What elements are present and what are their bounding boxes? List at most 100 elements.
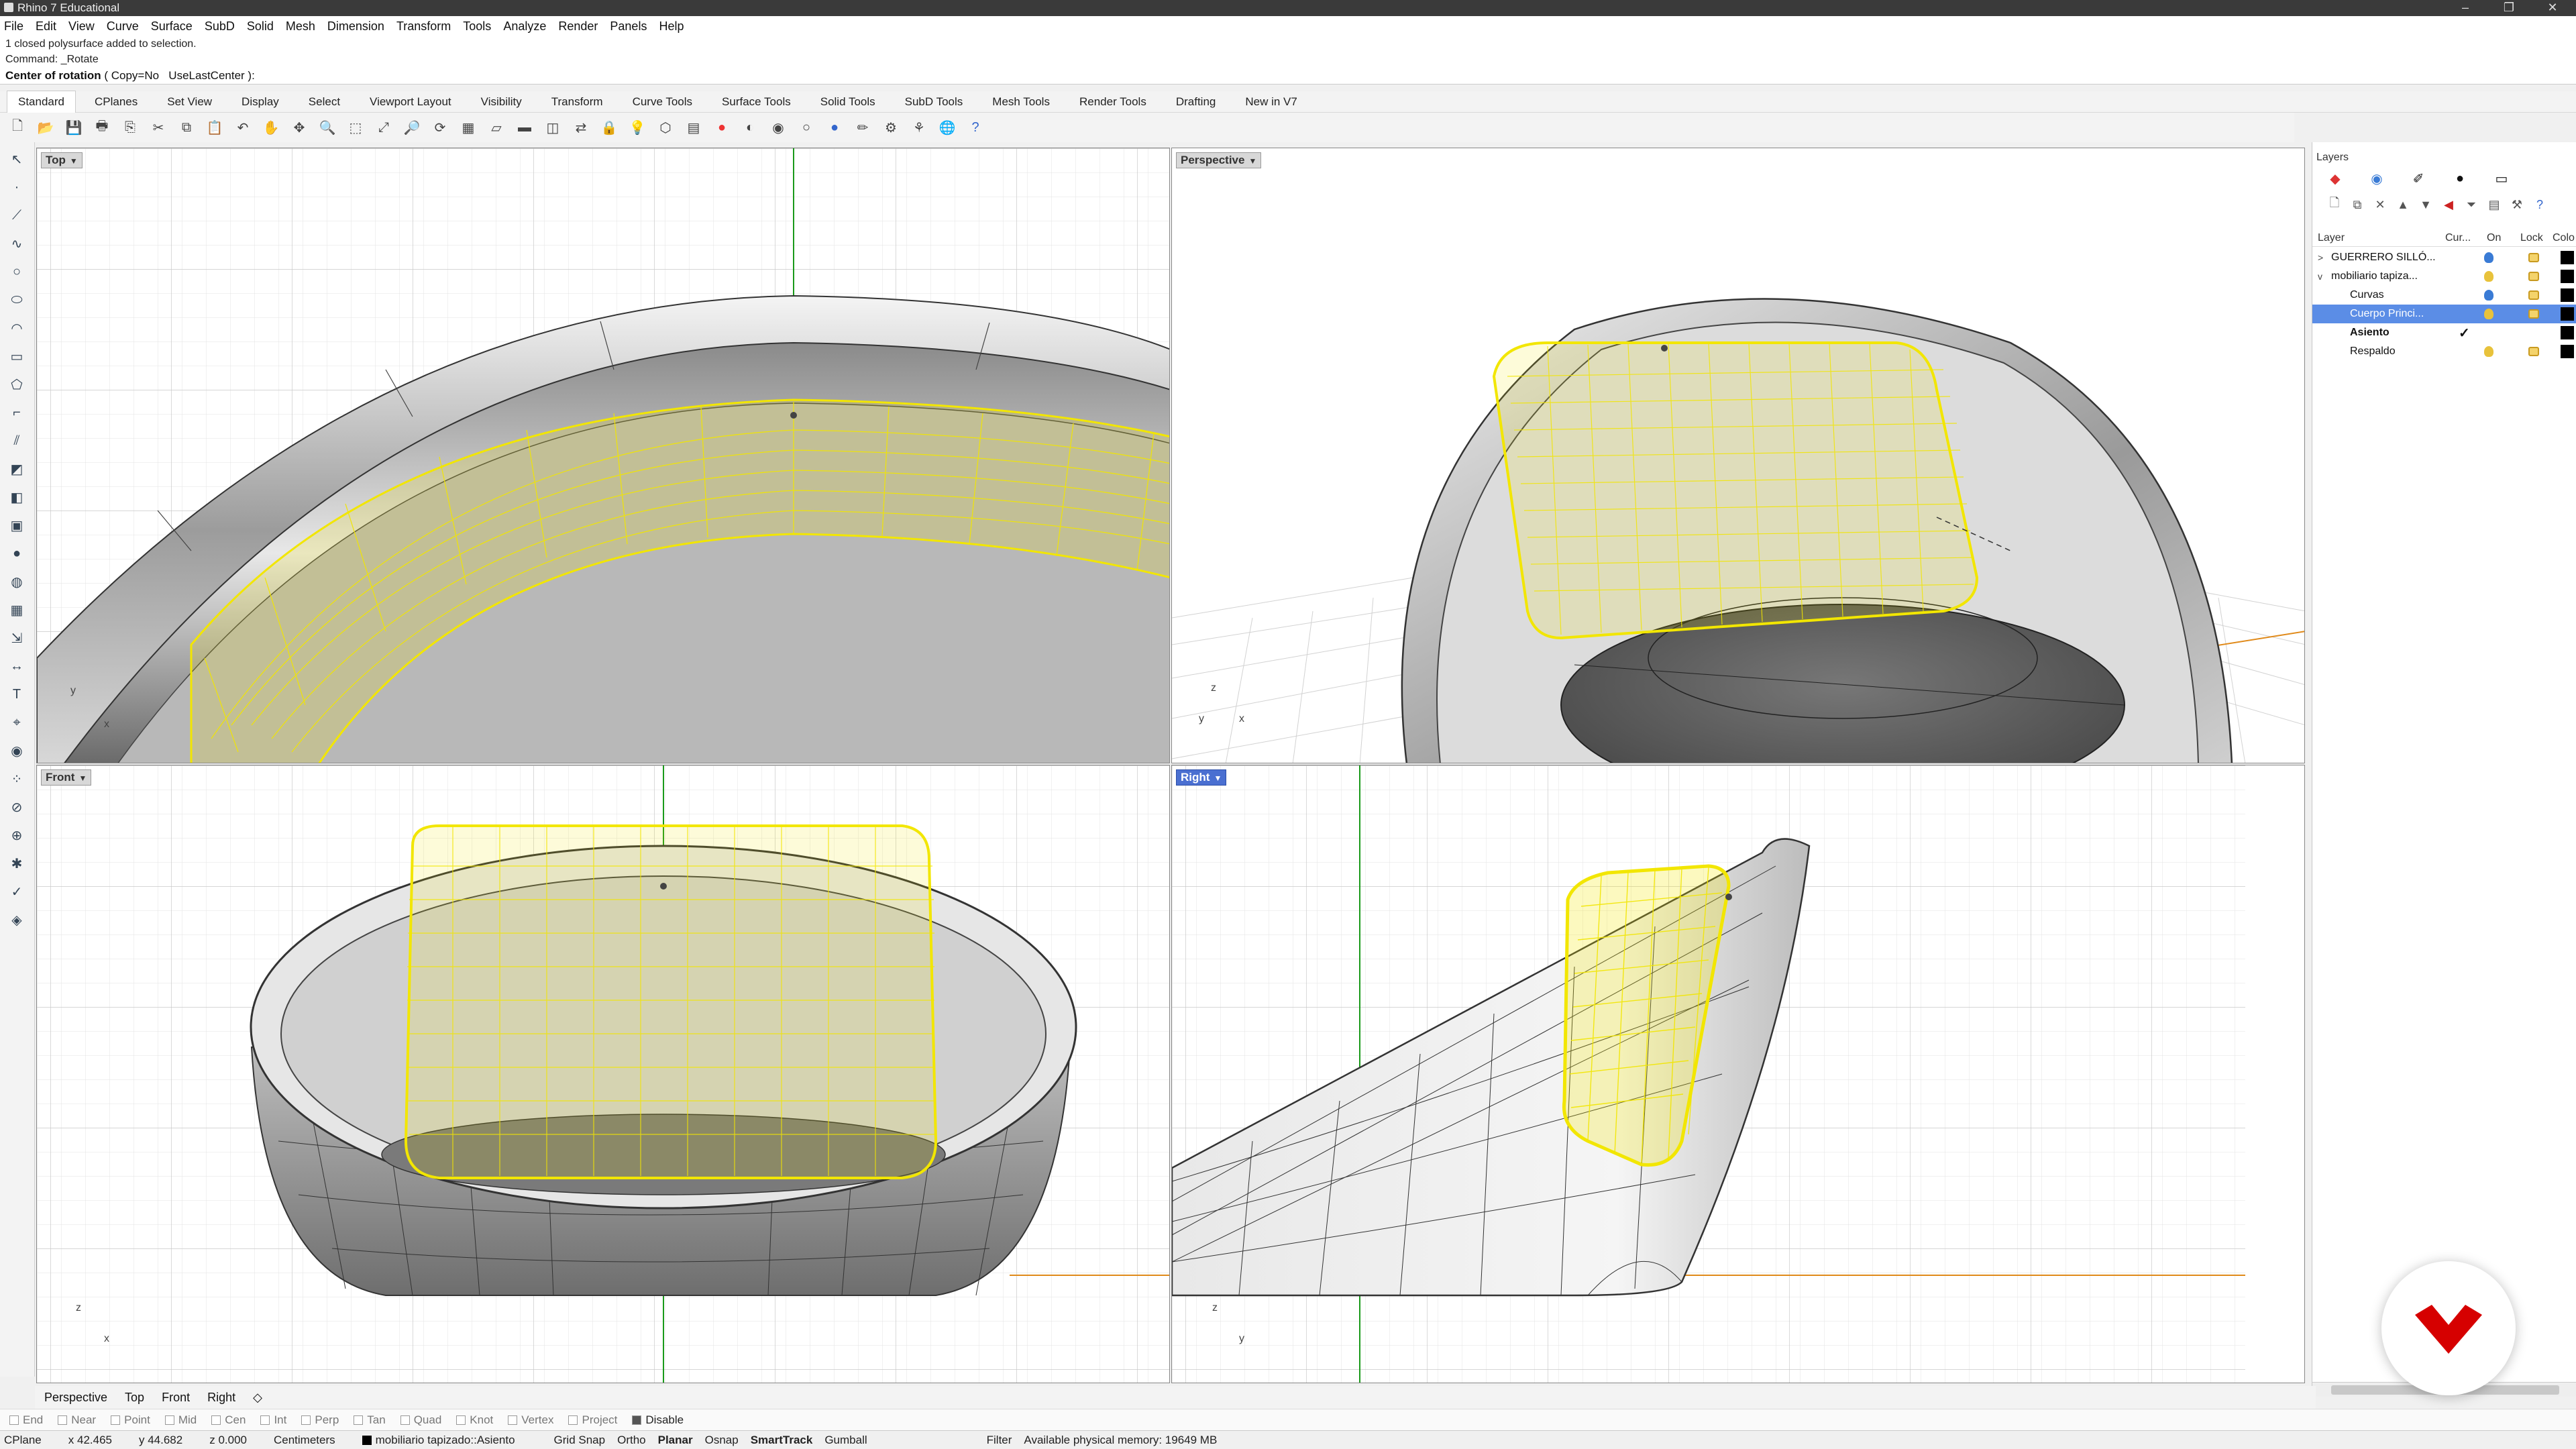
osnap-project[interactable]: Project [568, 1413, 617, 1427]
osnap-disable[interactable]: Disable [632, 1413, 684, 1427]
explode-icon[interactable]: ✱ [5, 852, 28, 875]
render-tools-icon[interactable]: ◉ [5, 739, 28, 762]
open-file-icon[interactable]: 📂 [35, 117, 56, 138]
layer-color-swatch[interactable] [2561, 326, 2574, 339]
save-icon[interactable]: 💾 [63, 117, 85, 138]
display-tab-icon[interactable]: ▭ [2489, 169, 2514, 188]
select-arrow-icon[interactable]: ↖ [5, 148, 28, 170]
layer-row[interactable]: v mobiliario tapiza... [2312, 267, 2576, 286]
lock-icon[interactable] [2528, 272, 2539, 281]
fillet-curve-icon[interactable]: ⌐ [5, 401, 28, 424]
ghosted-icon[interactable]: ○ [796, 117, 817, 138]
move-icon[interactable]: ⇄ [570, 117, 592, 138]
visible-bulb-icon[interactable] [2484, 290, 2493, 301]
light-icon[interactable]: 💡 [627, 117, 648, 138]
tab-subd-tools[interactable]: SubD Tools [894, 91, 974, 113]
properties-tab-icon[interactable]: ✐ [2406, 169, 2430, 188]
rectangle-icon[interactable]: ▭ [5, 345, 28, 368]
layer-color-swatch[interactable] [2561, 251, 2574, 264]
zoom-selected-icon[interactable]: 🔎 [401, 117, 423, 138]
layer-color-swatch[interactable] [2561, 345, 2574, 358]
osnap-vertex[interactable]: Vertex [508, 1413, 553, 1427]
osnap-quad[interactable]: Quad [400, 1413, 441, 1427]
circle-icon[interactable]: ○ [5, 260, 28, 283]
check-icon[interactable]: ✓ [5, 880, 28, 903]
move-view-icon[interactable]: ✥ [288, 117, 310, 138]
visible-bulb-icon[interactable] [2484, 346, 2493, 357]
expand-icon[interactable]: v [2318, 271, 2322, 282]
osnap-mid[interactable]: Mid [164, 1413, 197, 1427]
osnap-cen[interactable]: Cen [211, 1413, 246, 1427]
menu-edit[interactable]: Edit [36, 19, 56, 34]
move-parent-icon[interactable]: ◀ [2440, 196, 2457, 213]
rotate-view-icon[interactable]: ⟳ [429, 117, 451, 138]
lock-icon[interactable] [2528, 290, 2539, 300]
new-layer-icon[interactable]: 🗋 [2326, 196, 2343, 213]
lock-icon[interactable] [2528, 253, 2539, 262]
menu-panels[interactable]: Panels [610, 19, 647, 34]
layer-color-swatch[interactable] [2561, 270, 2574, 283]
sphere-icon[interactable]: ● [5, 542, 28, 565]
add-viewport-tab-icon[interactable]: ◇ [253, 1391, 262, 1405]
text-icon[interactable]: T [5, 683, 28, 706]
box-icon[interactable]: ▣ [5, 514, 28, 537]
tab-curve-tools[interactable]: Curve Tools [622, 91, 703, 113]
vp-tab-perspective[interactable]: Perspective [44, 1391, 107, 1405]
move-up-icon[interactable]: ▲ [2394, 196, 2412, 213]
boolean-icon[interactable]: ◍ [5, 570, 28, 593]
restore-button[interactable]: ❐ [2492, 0, 2526, 16]
minimize-button[interactable]: – [2449, 0, 2482, 16]
pencil-icon[interactable]: ✏ [852, 117, 873, 138]
lock-icon[interactable] [2528, 309, 2539, 319]
tab-render-tools[interactable]: Render Tools [1069, 91, 1157, 113]
zoom-window-icon[interactable]: ⬚ [345, 117, 366, 138]
copy-icon[interactable]: ⧉ [176, 117, 197, 138]
option-copy[interactable]: Copy=No [111, 69, 159, 82]
viewport-right[interactable]: Right ▼ z y [1171, 765, 2305, 1383]
cut-icon[interactable]: ✂ [148, 117, 169, 138]
layer-row[interactable]: Curvas [2312, 286, 2576, 305]
tab-select[interactable]: Select [298, 91, 351, 113]
menu-solid[interactable]: Solid [247, 19, 274, 34]
render-icon[interactable]: ● [824, 117, 845, 138]
tab-cplanes[interactable]: CPlanes [84, 91, 148, 113]
print-icon[interactable]: 🖶 [91, 117, 113, 138]
transform-icon[interactable]: ⇲ [5, 627, 28, 649]
lock-icon[interactable] [2528, 347, 2539, 356]
materials-tab-icon[interactable]: ◉ [2365, 169, 2389, 188]
tab-display[interactable]: Display [231, 91, 290, 113]
tab-new-in-v7[interactable]: New in V7 [1234, 91, 1307, 113]
rendered-icon[interactable]: ◉ [767, 117, 789, 138]
new-sublayer-icon[interactable]: ⧉ [2349, 196, 2366, 213]
join-icon[interactable]: ⊕ [5, 824, 28, 847]
menu-transform[interactable]: Transform [396, 19, 451, 34]
options-gear-icon[interactable]: ⚙ [880, 117, 902, 138]
status-gumball[interactable]: Gumball [824, 1434, 867, 1447]
column-current[interactable]: Cur... [2445, 232, 2471, 244]
layer-properties-icon[interactable]: ▤ [2485, 196, 2503, 213]
visible-bulb-icon[interactable] [2484, 271, 2493, 282]
status-osnap[interactable]: Osnap [705, 1434, 739, 1447]
viewport-layout-icon[interactable]: ▦ [458, 117, 479, 138]
layer-row-selected[interactable]: Cuerpo Princi... [2312, 305, 2576, 323]
close-button[interactable]: ✕ [2536, 0, 2569, 16]
cplane-icon[interactable]: ▱ [486, 117, 507, 138]
viewport-label-perspective[interactable]: Perspective ▼ [1176, 152, 1262, 168]
zoom-icon[interactable]: 🔍 [317, 117, 338, 138]
point-icon[interactable]: · [5, 176, 28, 199]
current-check-icon[interactable]: ✓ [2459, 325, 2470, 341]
osnap-knot[interactable]: Knot [456, 1413, 493, 1427]
menu-help[interactable]: Help [659, 19, 684, 34]
layer-row[interactable]: Respaldo [2312, 342, 2576, 361]
menu-mesh[interactable]: Mesh [286, 19, 315, 34]
column-color[interactable]: Colo [2553, 232, 2575, 244]
osnap-end[interactable]: End [9, 1413, 43, 1427]
viewport-perspective[interactable]: Perspective ▼ z y x [1171, 148, 2305, 763]
split-icon[interactable]: ⊘ [5, 796, 28, 818]
status-smarttrack[interactable]: SmartTrack [751, 1434, 813, 1447]
viewport-top[interactable]: Top ▼ y x [36, 148, 1170, 763]
tab-mesh-tools[interactable]: Mesh Tools [981, 91, 1061, 113]
menu-surface[interactable]: Surface [151, 19, 193, 34]
render-tab-icon[interactable]: ● [2448, 169, 2472, 188]
lock-icon[interactable]: 🔒 [598, 117, 620, 138]
